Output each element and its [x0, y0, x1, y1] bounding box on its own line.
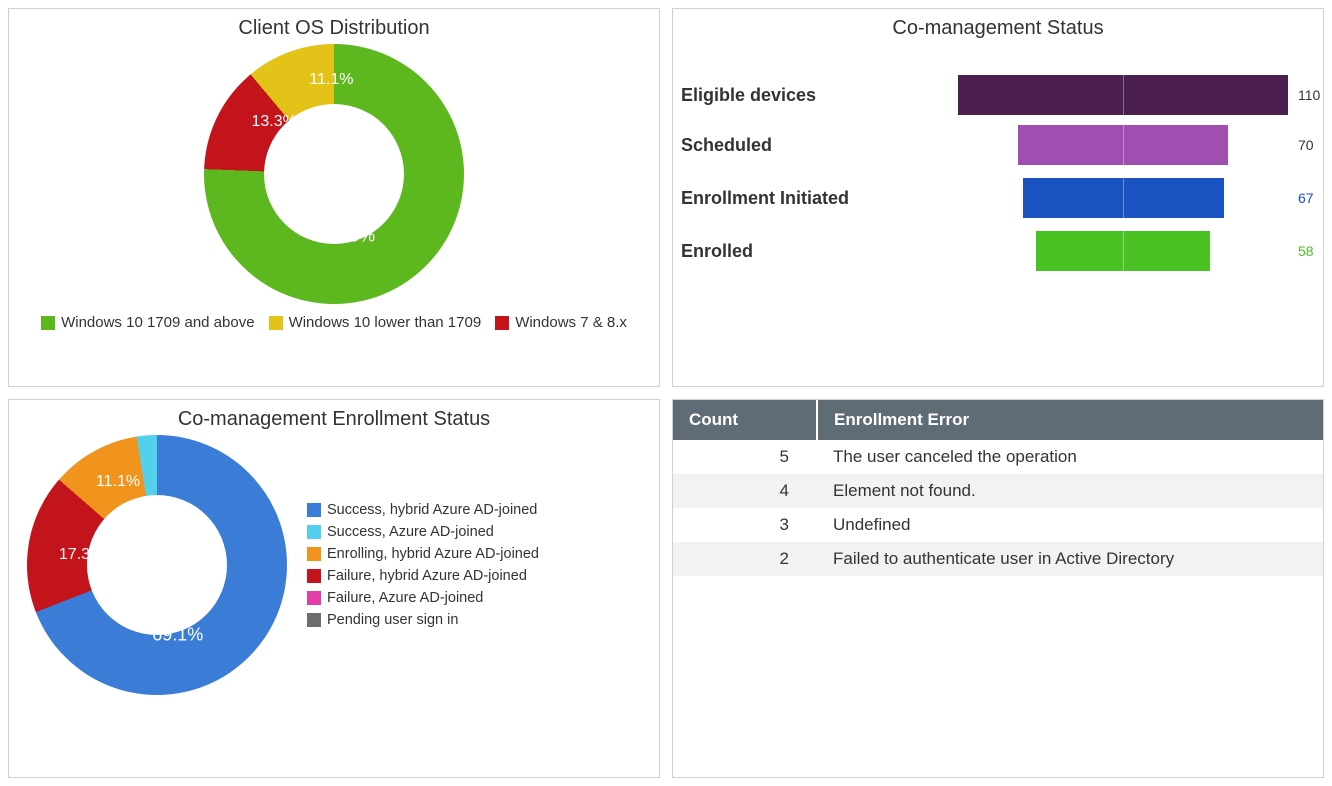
- funnel-label: Scheduled: [681, 135, 931, 156]
- funnel-row-initiated[interactable]: Enrollment Initiated 67: [681, 170, 1315, 226]
- funnel-label: Enrolled: [681, 241, 931, 262]
- legend-item[interactable]: Failure, Azure AD-joined: [307, 590, 539, 606]
- funnel-bar: [1036, 231, 1210, 271]
- funnel-label: Enrollment Initiated: [681, 188, 931, 209]
- legend-enrollment: Success, hybrid Azure AD-joined Success,…: [307, 502, 539, 628]
- tile-title: Co-management Enrollment Status: [17, 408, 651, 431]
- legend-label: Failure, hybrid Azure AD-joined: [327, 568, 527, 584]
- funnel-value: 110: [1298, 87, 1320, 103]
- funnel-label: Eligible devices: [681, 85, 931, 106]
- funnel-bar: [958, 75, 1288, 115]
- cell-error: The user canceled the operation: [817, 440, 1323, 474]
- table-header-row: Count Enrollment Error: [673, 400, 1323, 440]
- tile-comanagement-status: Co-management Status Eligible devices 11…: [672, 8, 1324, 387]
- funnel-row-eligible[interactable]: Eligible devices 110: [681, 70, 1315, 120]
- slice-label-red: 13.3%: [252, 113, 297, 131]
- table-row[interactable]: 4 Element not found.: [673, 474, 1323, 508]
- donut-chart-client-os[interactable]: 75.6% 13.3% 11.1% Windows 10 1709 and ab…: [17, 44, 651, 331]
- legend-swatch: [307, 591, 321, 605]
- legend-swatch: [307, 613, 321, 627]
- legend-swatch: [495, 316, 509, 330]
- tile-client-os-distribution: Client OS Distribution 75.6% 13.3% 11.1%…: [8, 8, 660, 387]
- legend-item[interactable]: Enrolling, hybrid Azure AD-joined: [307, 546, 539, 562]
- legend-item[interactable]: Windows 7 & 8.x: [495, 314, 627, 331]
- legend-label: Windows 10 lower than 1709: [289, 314, 482, 331]
- legend-swatch: [307, 503, 321, 517]
- table-row[interactable]: 2 Failed to authenticate user in Active …: [673, 542, 1323, 576]
- legend-item[interactable]: Windows 10 1709 and above: [41, 314, 254, 331]
- dashboard-grid: Client OS Distribution 75.6% 13.3% 11.1%…: [0, 0, 1332, 786]
- legend-swatch: [307, 569, 321, 583]
- tile-enrollment-status: Co-management Enrollment Status 69.1% 17…: [8, 399, 660, 778]
- tile-enrollment-errors: Count Enrollment Error 5 The user cancel…: [672, 399, 1324, 778]
- enrollment-error-table[interactable]: Count Enrollment Error 5 The user cancel…: [673, 400, 1323, 576]
- slice-label-enrolling: 11.1%: [96, 473, 140, 491]
- slice-label-major: 75.6%: [324, 226, 375, 247]
- cell-error: Element not found.: [817, 474, 1323, 508]
- legend-item[interactable]: Success, Azure AD-joined: [307, 524, 539, 540]
- legend-label: Success, hybrid Azure AD-joined: [327, 502, 537, 518]
- table-row[interactable]: 5 The user canceled the operation: [673, 440, 1323, 474]
- legend-item[interactable]: Windows 10 lower than 1709: [269, 314, 482, 331]
- table-row[interactable]: 3 Undefined: [673, 508, 1323, 542]
- funnel-chart[interactable]: Eligible devices 110 Scheduled 70 Enroll…: [681, 70, 1315, 276]
- funnel-bar: [1023, 178, 1224, 218]
- cell-count: 2: [673, 542, 817, 576]
- cell-count: 5: [673, 440, 817, 474]
- legend-label: Windows 7 & 8.x: [515, 314, 627, 331]
- legend-label: Enrolling, hybrid Azure AD-joined: [327, 546, 539, 562]
- legend-swatch: [269, 316, 283, 330]
- legend-client-os: Windows 10 1709 and above Windows 10 low…: [41, 314, 627, 331]
- funnel-value: 67: [1298, 190, 1314, 206]
- col-header-error[interactable]: Enrollment Error: [817, 400, 1323, 440]
- funnel-value: 58: [1298, 243, 1314, 259]
- legend-swatch: [41, 316, 55, 330]
- tile-title: Co-management Status: [681, 17, 1315, 40]
- cell-count: 3: [673, 508, 817, 542]
- col-header-count[interactable]: Count: [673, 400, 817, 440]
- legend-label: Pending user sign in: [327, 612, 458, 628]
- funnel-value: 70: [1298, 137, 1314, 153]
- legend-swatch: [307, 547, 321, 561]
- cell-error: Undefined: [817, 508, 1323, 542]
- legend-item[interactable]: Failure, hybrid Azure AD-joined: [307, 568, 539, 584]
- slice-label-failure: 17.3%: [59, 546, 104, 564]
- legend-item[interactable]: Success, hybrid Azure AD-joined: [307, 502, 539, 518]
- slice-label-yellow: 11.1%: [309, 71, 353, 89]
- legend-swatch: [307, 525, 321, 539]
- legend-label: Failure, Azure AD-joined: [327, 590, 483, 606]
- funnel-row-enrolled[interactable]: Enrolled 58: [681, 226, 1315, 276]
- donut-chart-enrollment[interactable]: 69.1% 17.3% 11.1%: [27, 435, 287, 695]
- cell-count: 4: [673, 474, 817, 508]
- slice-label-success: 69.1%: [152, 625, 203, 646]
- funnel-bar: [1018, 125, 1228, 165]
- tile-title: Client OS Distribution: [17, 17, 651, 40]
- legend-label: Success, Azure AD-joined: [327, 524, 494, 540]
- funnel-row-scheduled[interactable]: Scheduled 70: [681, 120, 1315, 170]
- donut-ring: 75.6% 13.3% 11.1%: [204, 44, 464, 304]
- cell-error: Failed to authenticate user in Active Di…: [817, 542, 1323, 576]
- legend-item[interactable]: Pending user sign in: [307, 612, 539, 628]
- legend-label: Windows 10 1709 and above: [61, 314, 254, 331]
